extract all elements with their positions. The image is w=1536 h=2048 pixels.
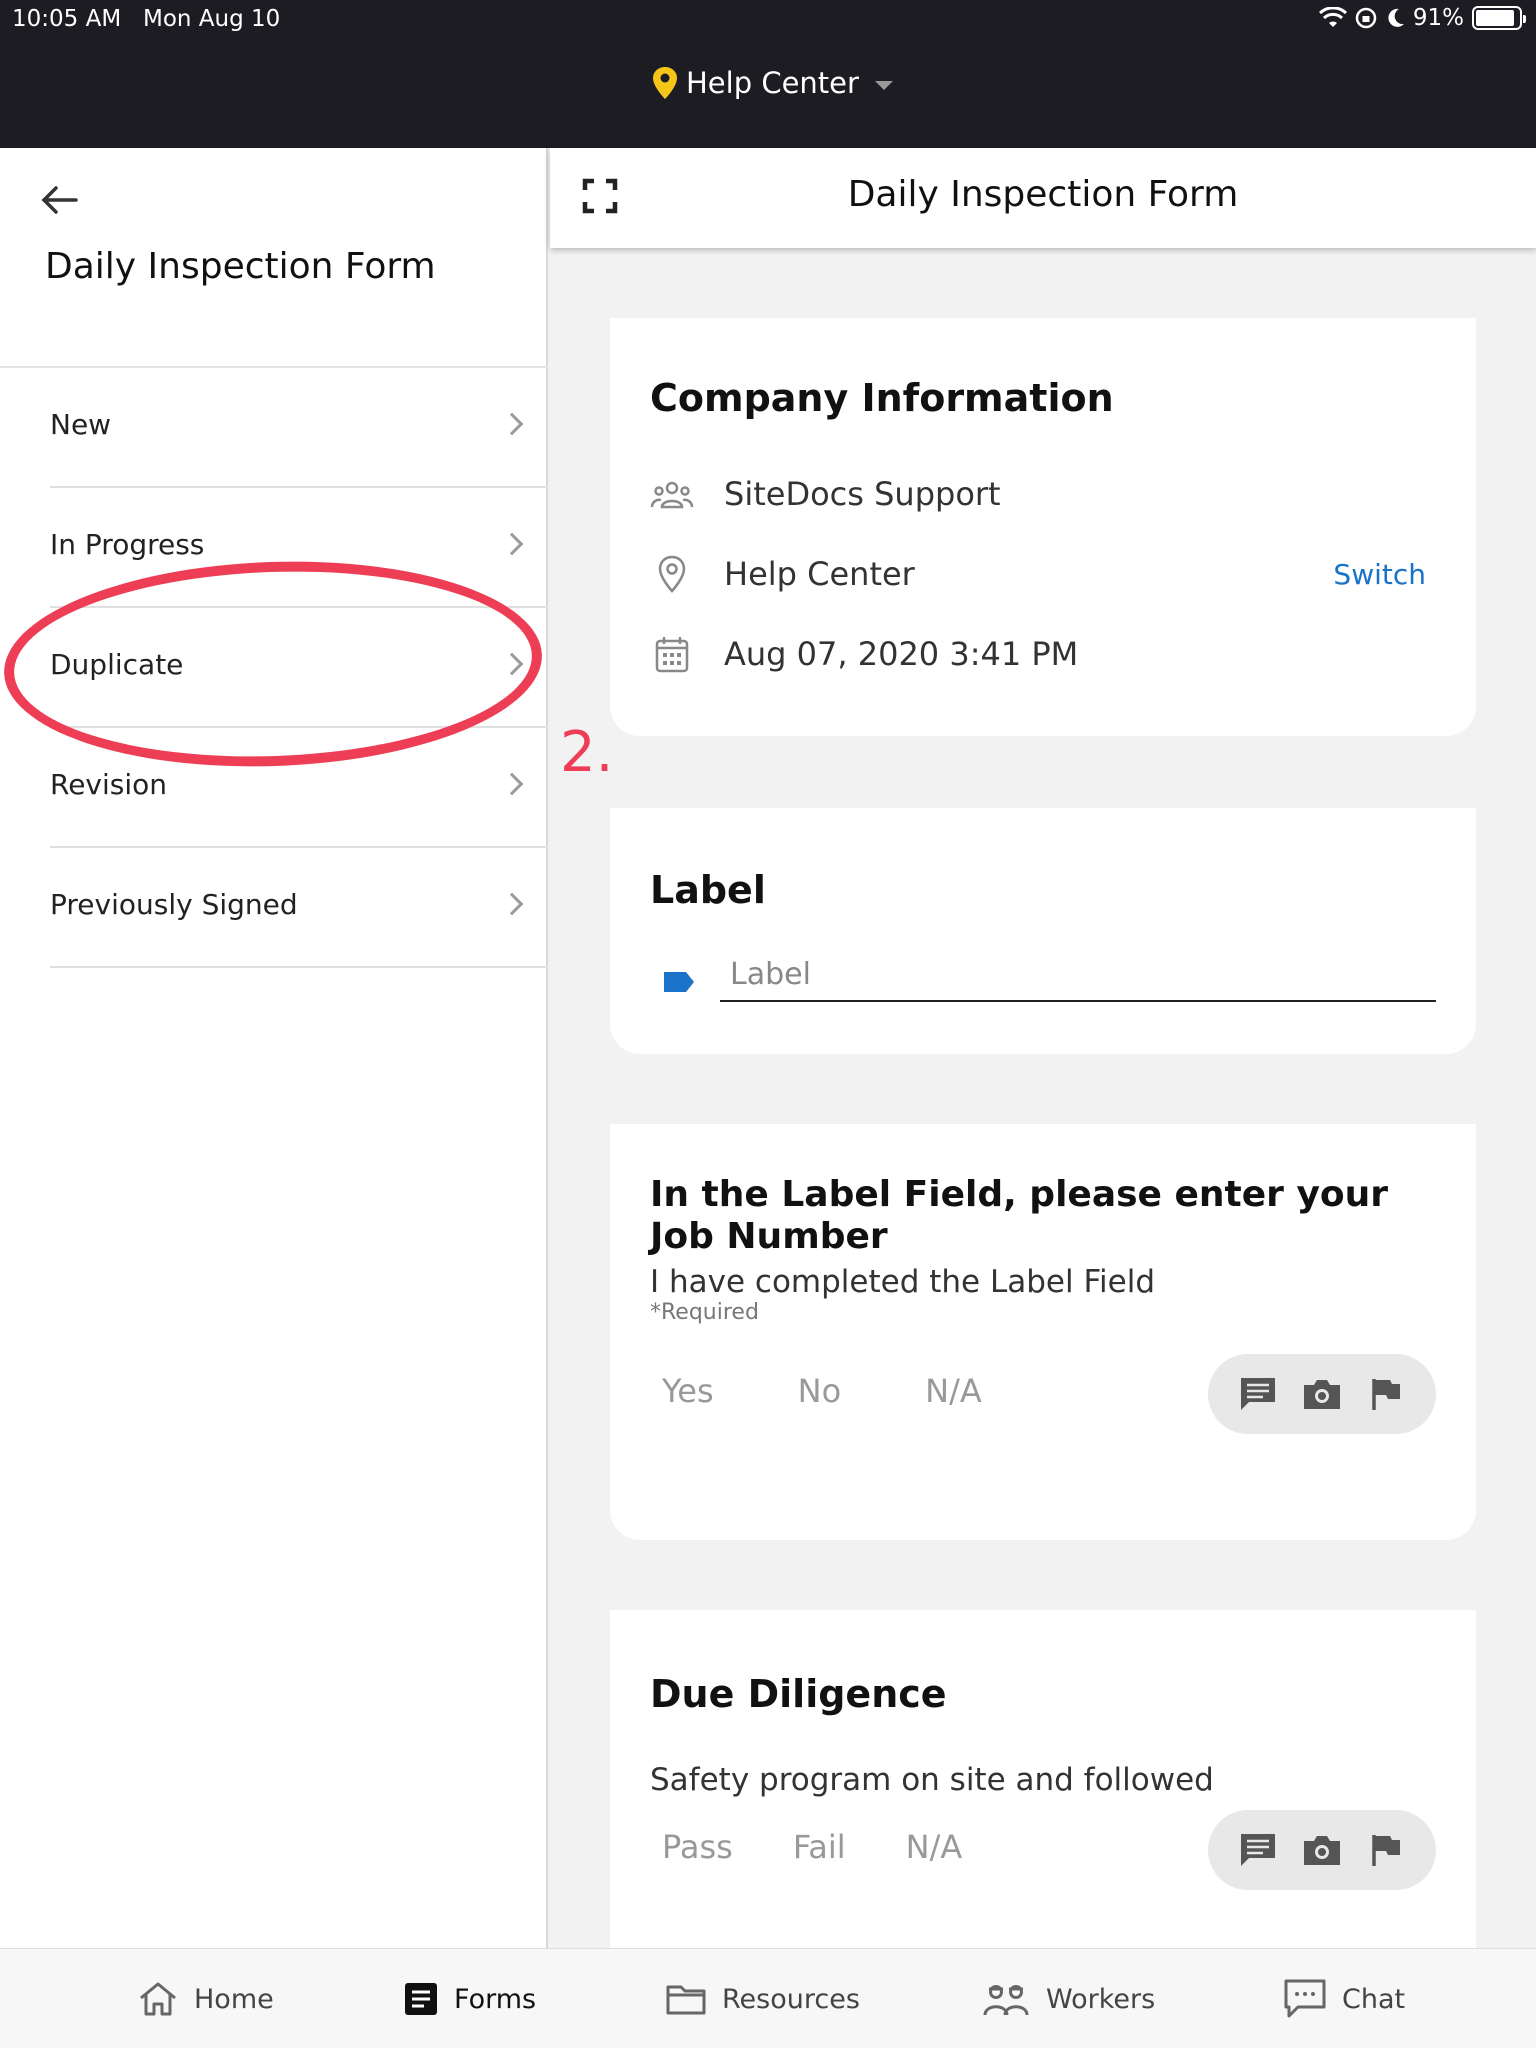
nav-home[interactable]: Home <box>138 1949 274 2048</box>
status-icons: 91% <box>1318 5 1526 31</box>
question-text: In the Label Field, please enter your Jo… <box>650 1174 1389 1257</box>
menu-item-label: Revision <box>50 768 168 801</box>
label-input[interactable] <box>720 948 1436 1002</box>
label-card: Label <box>610 808 1476 1054</box>
chevron-right-icon <box>500 892 524 916</box>
company-name: SiteDocs Support <box>724 475 1001 513</box>
option-fail[interactable]: Fail <box>781 1828 858 1866</box>
menu-item-previously-signed[interactable]: Previously Signed <box>50 848 548 968</box>
nav-label: Forms <box>454 1983 537 2015</box>
chat-icon <box>1284 1979 1326 2018</box>
date-row: Aug 07, 2020 3:41 PM <box>650 632 1078 676</box>
form-title: Daily Inspection Form <box>847 174 1239 215</box>
option-na[interactable]: N/A <box>913 1372 994 1410</box>
chevron-right-icon <box>500 532 524 556</box>
due-diligence-card: Due Diligence Safety program on site and… <box>610 1610 1476 1948</box>
status-date: Mon Aug 10 <box>143 6 281 32</box>
top-bar: 10:05 AM Mon Aug 10 91% Help Center <box>0 0 1536 148</box>
menu-item-label: In Progress <box>50 528 205 561</box>
status-time: 10:05 AM <box>12 6 122 32</box>
option-na[interactable]: N/A <box>894 1828 975 1866</box>
camera-icon[interactable] <box>1300 1372 1344 1416</box>
folder-icon <box>666 1985 706 2015</box>
nav-workers[interactable]: Workers <box>982 1949 1155 2048</box>
chevron-right-icon <box>500 772 524 796</box>
question-subtext: I have completed the Label Field <box>650 1264 1156 1300</box>
diligence-actions <box>1208 1810 1436 1890</box>
option-no[interactable]: No <box>786 1372 854 1410</box>
option-pass[interactable]: Pass <box>650 1828 745 1866</box>
workers-icon <box>983 1985 1029 2016</box>
card-heading: Company Information <box>650 376 1114 420</box>
company-row: SiteDocs Support <box>650 472 1001 516</box>
switch-location-link[interactable]: Switch <box>1333 558 1426 591</box>
question-actions <box>1208 1354 1436 1434</box>
answer-options: Pass Fail N/A <box>650 1828 974 1866</box>
back-arrow-icon[interactable] <box>36 178 80 222</box>
chevron-down-icon <box>874 80 893 90</box>
answer-options: Yes No N/A <box>650 1372 994 1410</box>
battery-icon <box>1472 6 1526 30</box>
rotation-lock-icon <box>1355 7 1377 29</box>
battery-fill <box>1476 10 1515 26</box>
location-selector[interactable]: Help Center <box>652 66 893 100</box>
form-header: Daily Inspection Form <box>550 148 1536 248</box>
moon-icon <box>1388 8 1404 27</box>
left-panel: Daily Inspection Form New In Progress Du… <box>0 148 548 1948</box>
menu-item-new[interactable]: New <box>50 368 548 488</box>
location-name: Help Center <box>724 555 915 593</box>
required-note: *Required <box>650 1300 759 1325</box>
diligence-subtext: Safety program on site and followed <box>650 1762 1214 1798</box>
option-yes[interactable]: Yes <box>650 1372 726 1410</box>
forms-icon <box>405 1983 437 2015</box>
location-outline-icon <box>650 552 694 596</box>
form-date: Aug 07, 2020 3:41 PM <box>724 635 1079 673</box>
nav-label: Home <box>194 1983 274 2015</box>
location-row: Help Center <box>650 552 915 596</box>
battery-percent: 91% <box>1412 5 1464 31</box>
camera-icon[interactable] <box>1300 1828 1344 1872</box>
annotation-number: 2. <box>560 720 614 785</box>
nav-chat[interactable]: Chat <box>1284 1949 1405 2048</box>
card-heading: Label <box>650 868 766 912</box>
comment-icon[interactable] <box>1236 1828 1280 1872</box>
card-heading: Due Diligence <box>650 1672 947 1716</box>
menu-item-label: New <box>50 408 112 441</box>
company-info-card: Company Information SiteDocs Support Hel… <box>610 318 1476 736</box>
nav-forms[interactable]: Forms <box>404 1949 536 2048</box>
wifi-icon <box>1318 7 1347 27</box>
calendar-icon <box>650 632 694 676</box>
flag-icon[interactable] <box>1364 1828 1408 1872</box>
nav-label: Chat <box>1342 1983 1406 2015</box>
bottom-nav: Home Forms Resources Workers Chat <box>0 1948 1536 2048</box>
nav-label: Workers <box>1046 1983 1156 2015</box>
nav-resources[interactable]: Resources <box>666 1949 860 2048</box>
home-icon <box>140 1982 176 2016</box>
location-label: Help Center <box>686 66 859 100</box>
left-panel-title: Daily Inspection Form <box>45 246 436 287</box>
chevron-right-icon <box>500 412 524 436</box>
tag-icon <box>664 972 694 992</box>
flag-icon[interactable] <box>1364 1372 1408 1416</box>
comment-icon[interactable] <box>1236 1372 1280 1416</box>
group-icon <box>650 472 694 516</box>
job-number-question-card: In the Label Field, please enter your Jo… <box>610 1124 1476 1540</box>
app: { "status_bar": { "time": "10:05 AM", "d… <box>0 0 1536 2048</box>
nav-label: Resources <box>722 1983 860 2015</box>
location-pin-icon <box>653 67 677 99</box>
menu-item-label: Previously Signed <box>50 888 298 921</box>
